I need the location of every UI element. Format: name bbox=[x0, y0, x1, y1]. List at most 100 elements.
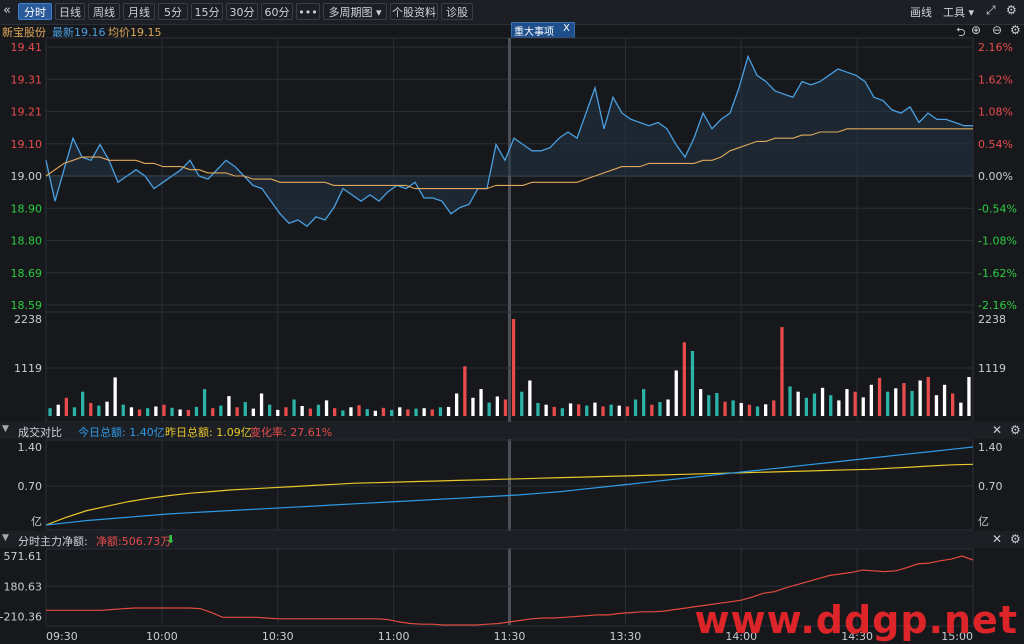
volume-bar bbox=[105, 401, 109, 416]
volume-bar bbox=[593, 402, 597, 416]
volume-bar bbox=[113, 377, 117, 416]
volume-bar bbox=[699, 389, 703, 416]
volume-bar bbox=[56, 404, 60, 416]
volume-bar bbox=[357, 405, 361, 416]
volume-bar bbox=[333, 408, 337, 416]
volume-bar bbox=[430, 409, 434, 416]
volume-bar bbox=[276, 409, 280, 416]
volume-bar bbox=[292, 399, 296, 416]
volume-bar bbox=[528, 380, 532, 416]
volume-bar bbox=[544, 404, 548, 416]
volume-bar bbox=[324, 400, 329, 416]
change-rate: 变化率: 27.61% bbox=[250, 426, 333, 439]
price-tick-label: 18.59 bbox=[11, 299, 43, 312]
volume-bar bbox=[951, 393, 955, 416]
volume-bar bbox=[568, 403, 573, 416]
volume-bar bbox=[560, 408, 564, 416]
price-tick-label: 18.80 bbox=[11, 235, 43, 248]
volume-bar bbox=[536, 403, 540, 416]
volume-bar bbox=[601, 406, 605, 416]
volume-bar bbox=[251, 408, 255, 416]
time-tick-label: 10:00 bbox=[146, 630, 178, 643]
time-tick-label: 13:30 bbox=[610, 630, 642, 643]
volume-bar bbox=[829, 395, 833, 416]
volume-bar bbox=[446, 406, 451, 416]
percent-tick-label: 1.08% bbox=[978, 106, 1013, 119]
volume-bar bbox=[552, 406, 556, 416]
volume-bar bbox=[81, 391, 85, 416]
volume-bar bbox=[146, 408, 150, 416]
volume-bar bbox=[178, 409, 182, 416]
volume-bar bbox=[869, 384, 873, 416]
gear-icon[interactable]: ⚙ bbox=[1010, 532, 1021, 546]
today-total: 今日总额: 1.40亿 bbox=[78, 426, 165, 439]
volume-bar bbox=[666, 399, 670, 416]
volume-bar bbox=[658, 402, 662, 416]
price-tick-label: 18.69 bbox=[11, 267, 43, 280]
volume-tick-label: 1119 bbox=[978, 362, 1006, 375]
volume-bar bbox=[788, 386, 792, 416]
net-amount: 净额:506.73万 bbox=[96, 535, 172, 548]
percent-tick-label: -0.54% bbox=[978, 202, 1017, 215]
volume-bar bbox=[682, 342, 686, 416]
volume-bar bbox=[926, 377, 930, 416]
close-icon[interactable]: ✕ bbox=[992, 423, 1002, 437]
volume-bar bbox=[89, 403, 93, 416]
volume-bar bbox=[422, 408, 426, 416]
volume-bar bbox=[349, 407, 353, 416]
volume-bar bbox=[503, 399, 508, 416]
volume-bar bbox=[48, 408, 52, 416]
compare-tick-label: 1.40 bbox=[18, 441, 43, 454]
collapse-icon[interactable]: ▼ bbox=[2, 533, 9, 543]
volume-bar bbox=[438, 407, 443, 416]
yesterday-total: 昨日总额: 1.09亿 bbox=[165, 426, 252, 439]
volume-bar bbox=[723, 401, 727, 416]
collapse-icon[interactable]: ▼ bbox=[2, 424, 9, 434]
volume-bar bbox=[495, 396, 499, 416]
volume-bar bbox=[64, 397, 68, 416]
volume-bar bbox=[715, 393, 719, 416]
volume-bar bbox=[731, 400, 735, 416]
volume-bar bbox=[463, 366, 467, 416]
volume-bar bbox=[406, 409, 410, 416]
net-inflow-header: ▼ 分时主力净额: 净额:506.73万 ⬇ ✕ ⚙ bbox=[0, 531, 1024, 548]
compare-tick-label: 1.40 bbox=[978, 441, 1003, 454]
volume-bar bbox=[625, 406, 630, 416]
volume-bar bbox=[219, 405, 223, 416]
time-tick-label: 09:30 bbox=[46, 630, 78, 643]
volume-bar bbox=[902, 383, 906, 416]
volume-bar bbox=[577, 404, 581, 416]
price-tick-label: 18.90 bbox=[11, 202, 43, 215]
volume-bar bbox=[674, 370, 678, 416]
down-arrow-icon: ⬇ bbox=[166, 533, 176, 546]
volume-bar bbox=[780, 327, 784, 416]
volume-bar bbox=[129, 407, 134, 416]
volume-bar bbox=[97, 405, 101, 416]
time-tick-label: 10:30 bbox=[262, 630, 294, 643]
volume-bar bbox=[910, 390, 914, 416]
volume-bar bbox=[747, 404, 752, 416]
volume-bar bbox=[690, 351, 695, 416]
volume-bar bbox=[934, 395, 939, 416]
volume-bar bbox=[308, 408, 312, 416]
volume-bar bbox=[341, 410, 345, 416]
volume-bar bbox=[487, 402, 491, 416]
time-tick-label: 11:30 bbox=[494, 630, 526, 643]
percent-tick-label: -1.62% bbox=[978, 267, 1017, 280]
volume-tick-label: 2238 bbox=[14, 313, 42, 326]
gear-icon[interactable]: ⚙ bbox=[1010, 423, 1021, 437]
net-inflow-title: 分时主力净额: bbox=[18, 535, 88, 548]
volume-bar bbox=[137, 409, 142, 416]
volume-bar bbox=[755, 406, 760, 416]
volume-bar bbox=[365, 409, 369, 416]
volume-bar bbox=[609, 404, 613, 416]
volume-bar bbox=[284, 407, 288, 416]
price-tick-label: 19.41 bbox=[11, 41, 43, 54]
volume-bar bbox=[268, 404, 272, 416]
close-icon[interactable]: ✕ bbox=[992, 532, 1002, 546]
volume-bar bbox=[373, 410, 377, 416]
volume-bar bbox=[520, 391, 524, 416]
volume-bar bbox=[877, 377, 882, 416]
volume-bar bbox=[511, 319, 516, 416]
volume-bar bbox=[918, 380, 922, 416]
